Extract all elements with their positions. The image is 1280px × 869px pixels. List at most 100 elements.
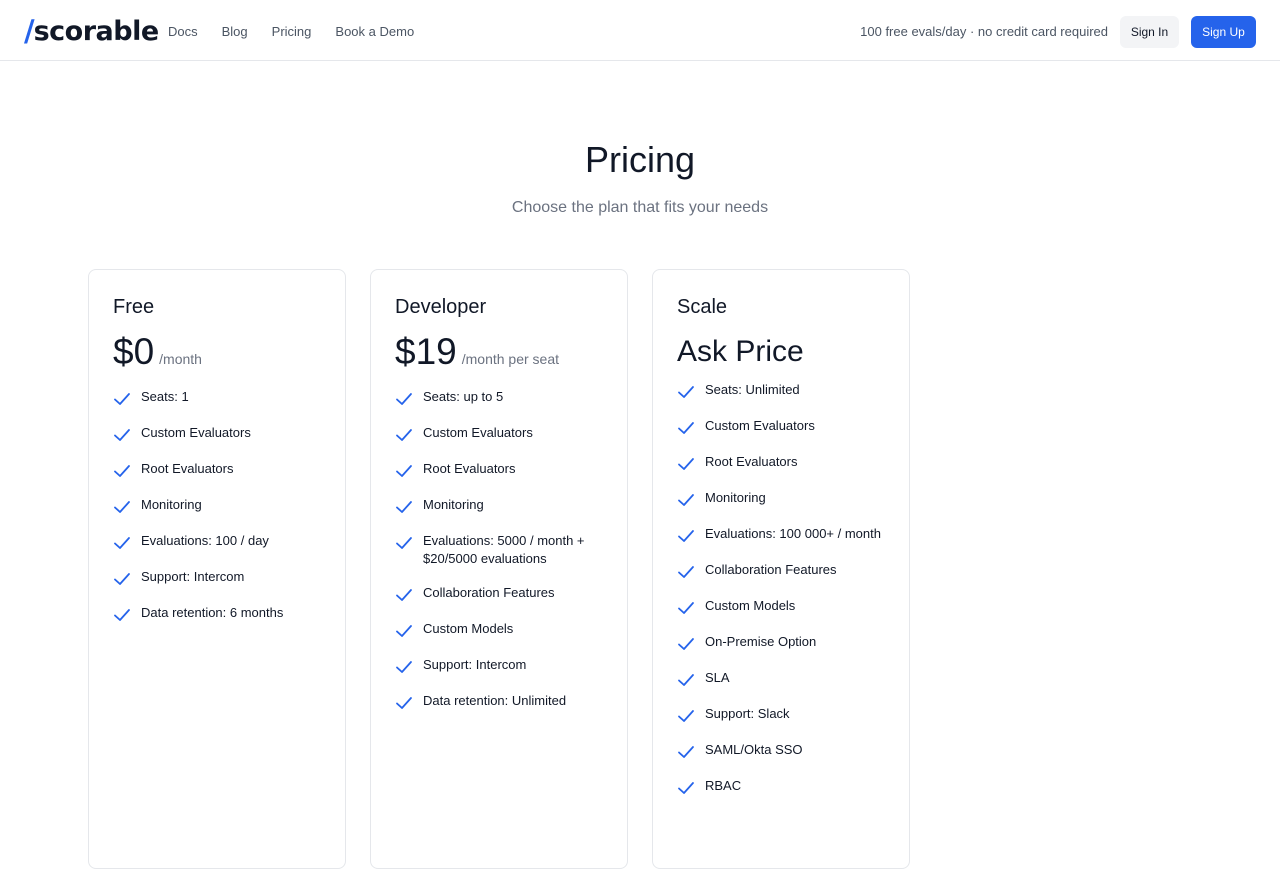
plan-name: Developer <box>395 296 487 318</box>
feature-text: Custom Models <box>705 598 796 613</box>
feature-item: Support: Slack <box>677 705 885 725</box>
feature-item: Monitoring <box>113 496 321 516</box>
main-nav: Docs Blog Pricing Book a Demo <box>168 24 414 39</box>
check-icon <box>396 393 412 405</box>
plan-name: Free <box>113 296 155 318</box>
check-icon <box>678 458 694 470</box>
feature-item: Custom Evaluators <box>677 417 885 437</box>
plan-card-scale: Scale Ask Price Seats: Unlimited Custom E… <box>652 269 910 869</box>
feature-item: Monitoring <box>677 489 885 509</box>
feature-text: Root Evaluators <box>423 461 516 476</box>
feature-text: Support: Slack <box>705 706 790 721</box>
check-icon <box>678 494 694 506</box>
feature-item: Evaluations: 100 000+ / month <box>677 525 885 545</box>
sign-in-button[interactable]: Sign In <box>1120 16 1179 48</box>
feature-item: Custom Models <box>677 597 885 617</box>
check-icon <box>114 501 130 513</box>
check-icon <box>396 589 412 601</box>
feature-text: Data retention: Unlimited <box>423 693 567 708</box>
feature-text: Monitoring <box>705 490 766 505</box>
feature-item: Root Evaluators <box>113 460 321 480</box>
check-icon <box>678 602 694 614</box>
check-icon <box>678 530 694 542</box>
feature-text: SAML/Okta SSO <box>705 742 803 757</box>
feature-text: Support: Intercom <box>141 569 245 584</box>
scorable-logo[interactable]: / scorable <box>24 14 159 48</box>
plan-price-row: $0 /month <box>113 331 321 377</box>
plan-card-developer: Developer $19 /month per seat Seats: up … <box>370 269 628 869</box>
check-icon <box>396 465 412 477</box>
plan-price-row: $19 /month per seat <box>395 331 603 377</box>
check-icon <box>678 422 694 434</box>
feature-item: RBAC <box>677 777 885 797</box>
plan-name: Scale <box>677 296 728 318</box>
feature-item: Seats: up to 5 <box>395 388 603 408</box>
feature-text: SLA <box>705 670 730 685</box>
feature-item: Collaboration Features <box>395 584 603 604</box>
feature-text: Evaluations: 100 / day <box>141 533 269 548</box>
feature-item: SLA <box>677 669 885 689</box>
nav-link-pricing[interactable]: Pricing <box>272 24 312 39</box>
check-icon <box>114 537 130 549</box>
check-icon <box>678 638 694 650</box>
feature-item: Evaluations: 100 / day <box>113 532 321 552</box>
feature-item: Seats: 1 <box>113 388 321 408</box>
feature-text: RBAC <box>705 778 742 793</box>
check-icon <box>678 386 694 398</box>
plan-price: $19 <box>395 331 457 372</box>
feature-text: Custom Models <box>423 621 514 636</box>
feature-text: Custom Evaluators <box>423 425 533 440</box>
feature-text: Root Evaluators <box>141 461 234 476</box>
check-icon <box>114 573 130 585</box>
check-icon <box>396 537 412 549</box>
feature-list: Seats: up to 5 Custom Evaluators Root Eval… <box>395 388 603 712</box>
feature-text: Data retention: 6 months <box>141 605 284 620</box>
feature-item: Custom Models <box>395 620 603 640</box>
check-icon <box>678 782 694 794</box>
feature-item: Custom Evaluators <box>113 424 321 444</box>
feature-text: Evaluations: 100 000+ / month <box>705 526 881 541</box>
feature-item: Monitoring <box>395 496 603 516</box>
feature-text: Support: Intercom <box>423 657 527 672</box>
check-icon <box>396 501 412 513</box>
plan-card-free: Free $0 /month Seats: 1 Custom Evaluators… <box>88 269 346 869</box>
check-icon <box>396 661 412 673</box>
feature-item: Evaluations: 5000 / month + $20/5000 eva… <box>395 532 603 568</box>
feature-item: Collaboration Features <box>677 561 885 581</box>
feature-list: Seats: Unlimited Custom Evaluators Root Ev… <box>677 381 885 797</box>
feature-item: On-Premise Option <box>677 633 885 653</box>
feature-item: Root Evaluators <box>677 453 885 473</box>
free-evals-promo: 100 free evals/day · no credit card requ… <box>860 24 1108 39</box>
nav-link-book-demo[interactable]: Book a Demo <box>335 24 414 39</box>
feature-item: Seats: Unlimited <box>677 381 885 401</box>
feature-list: Seats: 1 Custom Evaluators Root Evaluators… <box>113 388 321 624</box>
plan-price: $0 <box>113 331 155 372</box>
feature-text: Custom Evaluators <box>141 425 251 440</box>
check-icon <box>114 429 130 441</box>
feature-text: Monitoring <box>423 497 484 512</box>
feature-item: SAML/Okta SSO <box>677 741 885 761</box>
plan-price-period: /month per seat <box>461 351 560 367</box>
plan-price-period: /month <box>159 351 202 367</box>
feature-text: Evaluations: 5000 / month + $20/5000 eva… <box>423 533 585 566</box>
feature-text: Seats: 1 <box>141 389 189 404</box>
feature-text: Monitoring <box>141 497 202 512</box>
feature-item: Support: Intercom <box>395 656 603 676</box>
nav-link-blog[interactable]: Blog <box>222 24 248 39</box>
check-icon <box>678 746 694 758</box>
feature-item: Root Evaluators <box>395 460 603 480</box>
check-icon <box>396 625 412 637</box>
feature-item: Support: Intercom <box>113 568 321 588</box>
sign-up-button[interactable]: Sign Up <box>1191 16 1256 48</box>
page-title: Pricing <box>584 139 696 180</box>
check-icon <box>396 697 412 709</box>
feature-item: Data retention: 6 months <box>113 604 321 624</box>
check-icon <box>678 710 694 722</box>
feature-text: Collaboration Features <box>423 585 555 600</box>
feature-text: Seats: Unlimited <box>705 382 800 397</box>
feature-item: Data retention: Unlimited <box>395 692 603 712</box>
nav-link-docs[interactable]: Docs <box>168 24 198 39</box>
check-icon <box>114 393 130 405</box>
feature-text: Custom Evaluators <box>705 418 815 433</box>
page-subtitle: Choose the plan that fits your needs <box>511 199 769 216</box>
